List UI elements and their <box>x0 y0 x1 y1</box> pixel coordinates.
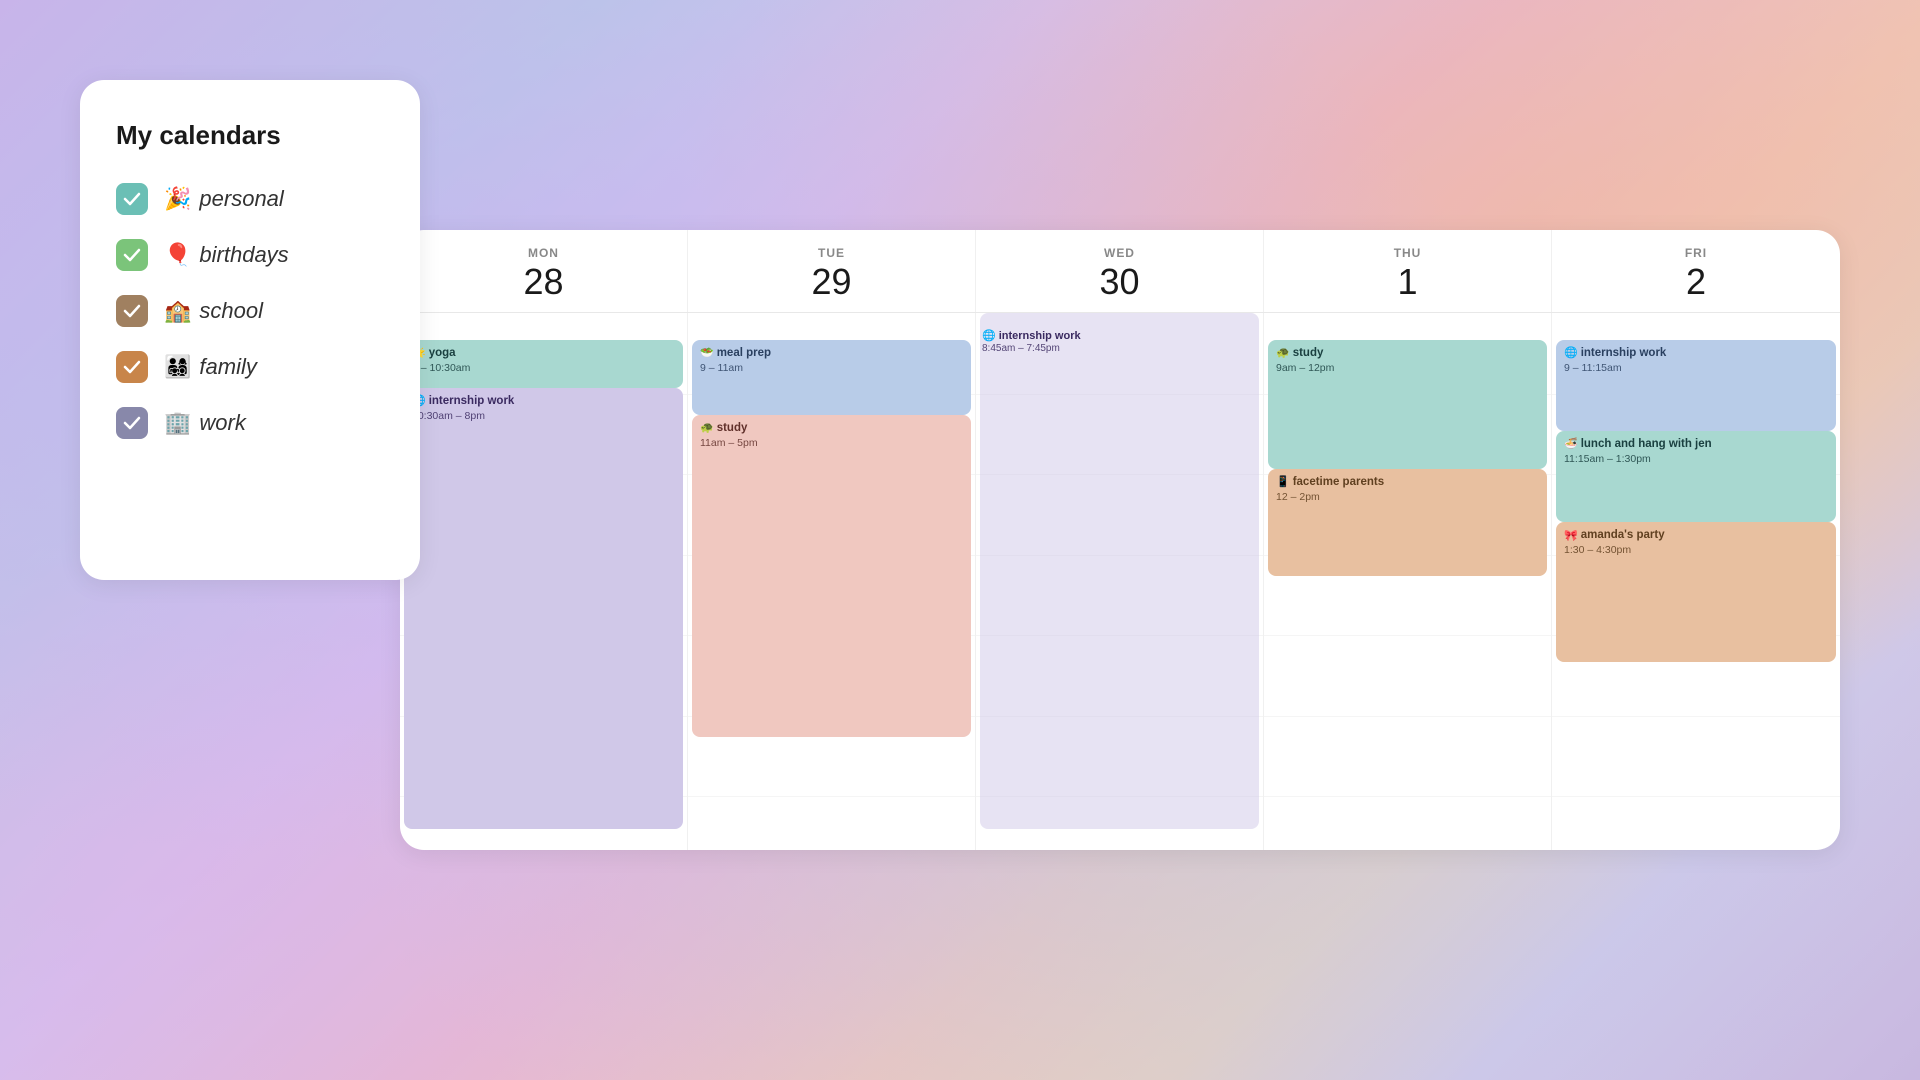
day-num-tue: 29 <box>696 264 967 300</box>
day-col-tue: 🥗meal prep 9 – 11am 🐢study 11am – 5pm <box>688 313 976 850</box>
event-meal-prep[interactable]: 🥗meal prep 9 – 11am <box>692 340 971 415</box>
calendar-item-birthdays[interactable]: 🎈 birthdays <box>116 239 384 271</box>
family-name: family <box>199 354 256 380</box>
family-label: 👨‍👩‍👧‍👦 family <box>164 354 257 380</box>
event-fri-internship[interactable]: 🌐internship work 9 – 11:15am <box>1556 340 1836 431</box>
day-col-fri: 🌐internship work 9 – 11:15am 🍜lunch and … <box>1552 313 1840 850</box>
calendar-item-family[interactable]: 👨‍👩‍👧‍👦 family <box>116 351 384 383</box>
event-facetime[interactable]: 📱facetime parents 12 – 2pm <box>1268 469 1547 576</box>
work-emoji: 🏢 <box>164 410 191 436</box>
day-header-thu: THU 1 <box>1264 230 1552 312</box>
event-amandas-party[interactable]: 🎀amanda's party 1:30 – 4:30pm <box>1556 522 1836 662</box>
calendar-item-personal[interactable]: 🎉 personal <box>116 183 384 215</box>
day-header-mon: MON 28 <box>400 230 688 312</box>
birthdays-name: birthdays <box>199 242 288 268</box>
sidebar: My calendars 🎉 personal 🎈 birthdays <box>80 80 420 580</box>
work-name: work <box>199 410 245 436</box>
checkbox-work[interactable] <box>116 407 148 439</box>
day-name-thu: THU <box>1272 246 1543 260</box>
personal-label: 🎉 personal <box>164 186 284 212</box>
calendar-item-work[interactable]: 🏢 work <box>116 407 384 439</box>
calendar-header: MON 28 TUE 29 WED 30 THU 1 FRI 2 <box>400 230 1840 313</box>
day-header-tue: TUE 29 <box>688 230 976 312</box>
day-name-wed: WED <box>984 246 1255 260</box>
checkbox-birthdays[interactable] <box>116 239 148 271</box>
calendar-panel: MON 28 TUE 29 WED 30 THU 1 FRI 2 <box>400 230 1840 850</box>
day-col-thu: 🐢study 9am – 12pm 📱facetime parents 12 –… <box>1264 313 1552 850</box>
event-mon-internship[interactable]: 🌐internship work 10:30am – 8pm <box>404 388 683 828</box>
day-col-mon: 🌟yoga 9 – 10:30am 🌐internship work 10:30… <box>400 313 688 850</box>
event-lunch-jen[interactable]: 🍜lunch and hang with jen 11:15am – 1:30p… <box>1556 431 1836 522</box>
school-label: 🏫 school <box>164 298 263 324</box>
personal-name: personal <box>199 186 283 212</box>
checkbox-school[interactable] <box>116 295 148 327</box>
day-num-mon: 28 <box>408 264 679 300</box>
event-yoga[interactable]: 🌟yoga 9 – 10:30am <box>404 340 683 388</box>
personal-emoji: 🎉 <box>164 186 191 212</box>
sidebar-title: My calendars <box>116 120 384 151</box>
event-tue-study[interactable]: 🐢study 11am – 5pm <box>692 415 971 737</box>
calendar-item-school[interactable]: 🏫 school <box>116 295 384 327</box>
calendar-body: 🌟yoga 9 – 10:30am 🌐internship work 10:30… <box>400 313 1840 850</box>
checkbox-personal[interactable] <box>116 183 148 215</box>
school-name: school <box>199 298 263 324</box>
birthdays-emoji: 🎈 <box>164 242 191 268</box>
event-wed-internship[interactable] <box>980 313 1259 829</box>
day-name-mon: MON <box>408 246 679 260</box>
day-name-tue: TUE <box>696 246 967 260</box>
school-emoji: 🏫 <box>164 298 191 324</box>
day-col-wed: 🌐internship work 8:45am – 7:45pm <box>976 313 1264 850</box>
birthdays-label: 🎈 birthdays <box>164 242 289 268</box>
event-thu-study[interactable]: 🐢study 9am – 12pm <box>1268 340 1547 469</box>
family-emoji: 👨‍👩‍👧‍👦 <box>164 354 191 380</box>
day-header-wed: WED 30 <box>976 230 1264 312</box>
day-num-wed: 30 <box>984 264 1255 300</box>
day-num-fri: 2 <box>1560 264 1832 300</box>
work-label: 🏢 work <box>164 410 246 436</box>
day-name-fri: FRI <box>1560 246 1832 260</box>
checkbox-family[interactable] <box>116 351 148 383</box>
day-num-thu: 1 <box>1272 264 1543 300</box>
day-header-fri: FRI 2 <box>1552 230 1840 312</box>
wed-banner-text: 🌐internship work 8:45am – 7:45pm <box>982 329 1257 354</box>
